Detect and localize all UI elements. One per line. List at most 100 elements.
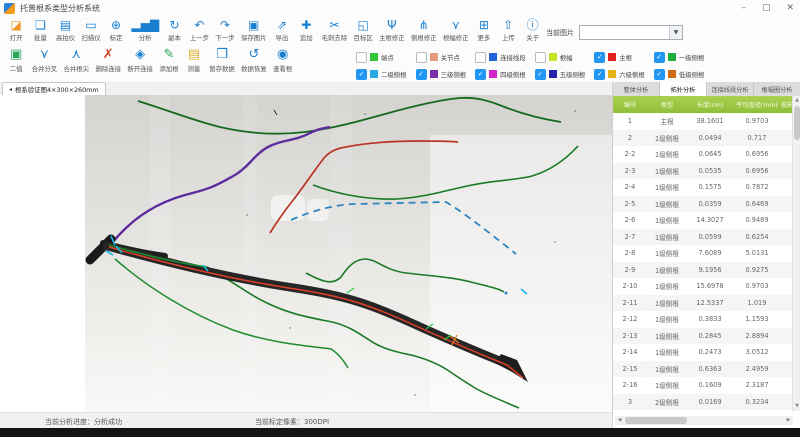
tool-burr-removal[interactable]: ✂毛刺去除 [318,18,350,42]
tool-add-root[interactable]: ✎添加根 [156,47,182,73]
tool-merge-fork[interactable]: ⋎合并分叉 [28,47,60,73]
burr-removal-icon: ✂ [329,18,339,32]
tool-merge-tip[interactable]: ⋏合并根尖 [60,47,92,73]
tool-upload[interactable]: ⇧上传 [496,18,520,42]
tool-scanner[interactable]: ▭扫描仪 [78,18,104,42]
checkbox-主根[interactable]: ✓ [594,52,605,63]
legend-item-一级侧根: ✓一级侧根 [654,50,705,64]
horizontal-scrollbar[interactable]: ◀ ▶ [615,416,793,425]
tool-main-root-fix[interactable]: Ψ主根修正 [376,18,408,42]
edit-toolbar: ▣二值⋎合并分叉⋏合并根尖✗删除连接◈断开连接✎添加根▤测量❒暂存数据↺数据恢复… [0,46,800,83]
table-row[interactable]: 1主根38.16010.9703 [613,113,793,130]
table-row[interactable]: 2-121级侧根0.38331.1593 [613,311,793,328]
view-root-eye-icon: ◉ [277,47,288,63]
tool-analysis-chart[interactable]: ▂▅▇分析 [128,18,162,42]
tool-batch[interactable]: ❏批量 [28,18,52,42]
legend-label: 主根 [619,53,632,62]
table-row[interactable]: 32级侧根0.01690.3234 [613,394,793,411]
minimize-button[interactable]: – [741,1,746,16]
tool-about-info[interactable]: ⓘ关于 [520,18,544,42]
table-row[interactable]: 2-51级侧根0.03590.6469 [613,196,793,213]
tool-view-root-eye[interactable]: ◉查看根 [270,47,296,73]
column-header-2[interactable]: 长度(cm) [687,96,733,113]
checkbox-端点[interactable] [356,52,367,63]
checkbox-二级侧根[interactable]: ✓ [356,69,367,80]
chevron-down-icon[interactable]: ▼ [669,26,682,39]
column-header-0[interactable]: 编号 [613,96,647,113]
checkbox-一级侧根[interactable]: ✓ [654,52,665,63]
tab-连接线段分析[interactable]: 连接线段分析 [707,82,754,96]
table-row[interactable]: 2-91级侧根9.19560.9275 [613,262,793,279]
vertical-scroll-thumb[interactable] [794,106,800,140]
legend-label: 根幅 [560,53,573,62]
close-button[interactable]: ✕ [786,1,794,16]
table-row[interactable]: 2-161级侧根0.16092.3187 [613,377,793,394]
root-image-canvas[interactable] [0,95,612,412]
table-row[interactable]: 2-61级侧根14.30270.9489 [613,212,793,229]
tool-target-area[interactable]: ◱目标区 [350,18,376,42]
column-header-1[interactable]: 类型 [647,96,687,113]
cell: 2.8894 [733,328,781,345]
table-row[interactable]: 2-111级侧根12.53371.019 [613,295,793,312]
current-image-select[interactable]: ▼ [579,25,683,40]
legend-item-根幅: 根幅 [535,50,586,64]
table-row[interactable]: 2-141级侧根0.24733.0512 [613,344,793,361]
maximize-button[interactable]: ▢ [762,1,771,16]
cell: 0.9703 [733,113,781,130]
tool-save-image[interactable]: ▣保存图片 [238,18,270,42]
tool-calibration-target[interactable]: ⊕标定 [104,18,128,42]
cell: 2.4959 [733,361,781,378]
checkbox-四级侧根[interactable]: ✓ [475,69,486,80]
cell: 0.6956 [733,163,781,180]
column-header-3[interactable]: 平均直径(mm) [733,96,781,113]
horizontal-scroll-thumb[interactable] [625,417,687,424]
tool-copy-refresh[interactable]: ↻副本 [162,18,186,42]
checkbox-关节点[interactable] [416,52,427,63]
tool-delete-link[interactable]: ✗删除连接 [92,47,124,73]
legend-label: 连接线段 [500,53,526,62]
tool-doc-camera[interactable]: ▤高拍仪 [53,18,79,42]
tool-redo[interactable]: ↷下一步 [212,18,238,42]
merge-fork-icon: ⋎ [40,47,50,63]
tab-整体分析[interactable]: 整体分析 [613,82,660,96]
scroll-right-icon[interactable]: ▶ [784,416,793,425]
tab-拓扑分析[interactable]: 拓扑分析 [660,82,707,96]
checkbox-低级侧根[interactable]: ✓ [654,69,665,80]
tool-export[interactable]: ⇗导出 [270,18,294,42]
image-tab[interactable]: ◂ 根系验证图4×300×260mm [2,82,106,95]
save-data-icon: ❒ [216,47,228,63]
table-row[interactable]: 2-41级侧根0.15750.7872 [613,179,793,196]
checkbox-连接线段[interactable] [475,52,486,63]
checkbox-三级侧根[interactable]: ✓ [416,69,427,80]
table-row[interactable]: 2-101级侧根15.69780.9703 [613,278,793,295]
current-image-label: 当前图片 [546,28,574,38]
tool-append[interactable]: ✚追加 [294,18,318,42]
table-row[interactable]: 21级侧根0.04940.717 [613,130,793,147]
scroll-down-icon[interactable]: ▼ [793,402,800,411]
tool-save-data[interactable]: ❒暂存数据 [206,47,238,73]
scroll-left-icon[interactable]: ◀ [615,416,624,425]
scroll-up-icon[interactable]: ▲ [793,96,800,105]
tool-restore-data[interactable]: ↺数据恢复 [238,47,270,73]
analysis-table: 1主根38.16010.970321级侧根0.04940.7172-21级侧根0… [613,113,793,411]
table-row[interactable]: 2-131级侧根0.28452.8894 [613,328,793,345]
checkbox-六级侧根[interactable]: ✓ [594,69,605,80]
table-row[interactable]: 2-71级侧根0.05990.6254 [613,229,793,246]
table-row[interactable]: 2-31级侧根0.05350.6956 [613,163,793,180]
table-row[interactable]: 2-151级侧根0.63632.4959 [613,361,793,378]
tool-lateral-root-fix[interactable]: ⋔侧根修正 [408,18,440,42]
vertical-scrollbar[interactable]: ▲ ▼ [792,96,800,411]
tool-undo[interactable]: ↶上一步 [187,18,213,42]
table-row[interactable]: 2-21级侧根0.06450.6956 [613,146,793,163]
tool-measure-ruler[interactable]: ▤测量 [182,47,206,73]
table-row[interactable]: 2-81级侧根7.60895.0131 [613,245,793,262]
tool-binary[interactable]: ▣二值 [4,47,28,73]
cell: 1级侧根 [647,344,687,361]
checkbox-根幅[interactable] [535,52,546,63]
tool-more-grid[interactable]: ⊞更多 [472,18,496,42]
tool-root-width-fix[interactable]: ⋎根幅修正 [440,18,472,42]
tab-根幅圈分析[interactable]: 根幅圈分析 [754,82,800,96]
checkbox-五级侧根[interactable]: ✓ [535,69,546,80]
tool-break-link[interactable]: ◈断开连接 [124,47,156,73]
tool-open-folder[interactable]: ◪打开 [4,18,28,42]
